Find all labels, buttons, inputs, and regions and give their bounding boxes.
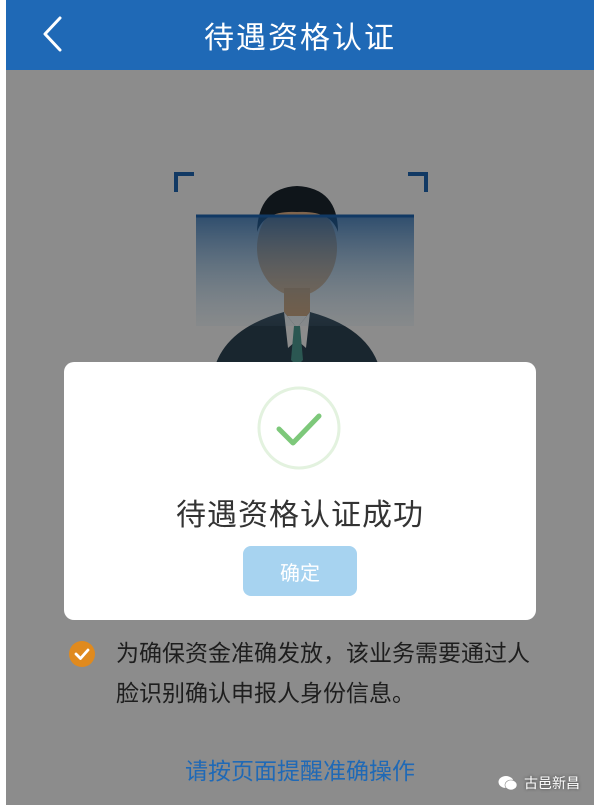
wechat-icon — [498, 776, 518, 791]
back-button[interactable] — [32, 12, 72, 56]
top-bar: 待遇资格认证 — [6, 0, 594, 70]
check-circle-icon — [257, 386, 341, 470]
chevron-left-icon — [43, 16, 62, 52]
dialog-message: 待遇资格认证成功 — [176, 498, 424, 533]
confirm-button[interactable]: 确定 — [243, 546, 357, 596]
watermark: 古邑新昌 — [498, 773, 580, 793]
app-screen: 待遇资格认证 待遇资格认证成功 确定 为确保资金准确发放，该业务需要通过人脸识别… — [6, 0, 594, 805]
page-title: 待遇资格认证 — [204, 21, 396, 56]
notice-text: 为确保资金准确发放，该业务需要通过人脸识别确认申报人身份信息。 — [116, 641, 530, 707]
watermark-text: 古邑新昌 — [524, 776, 580, 792]
success-dialog: 待遇资格认证成功 确定 — [64, 362, 536, 620]
check-badge-icon — [69, 641, 95, 667]
